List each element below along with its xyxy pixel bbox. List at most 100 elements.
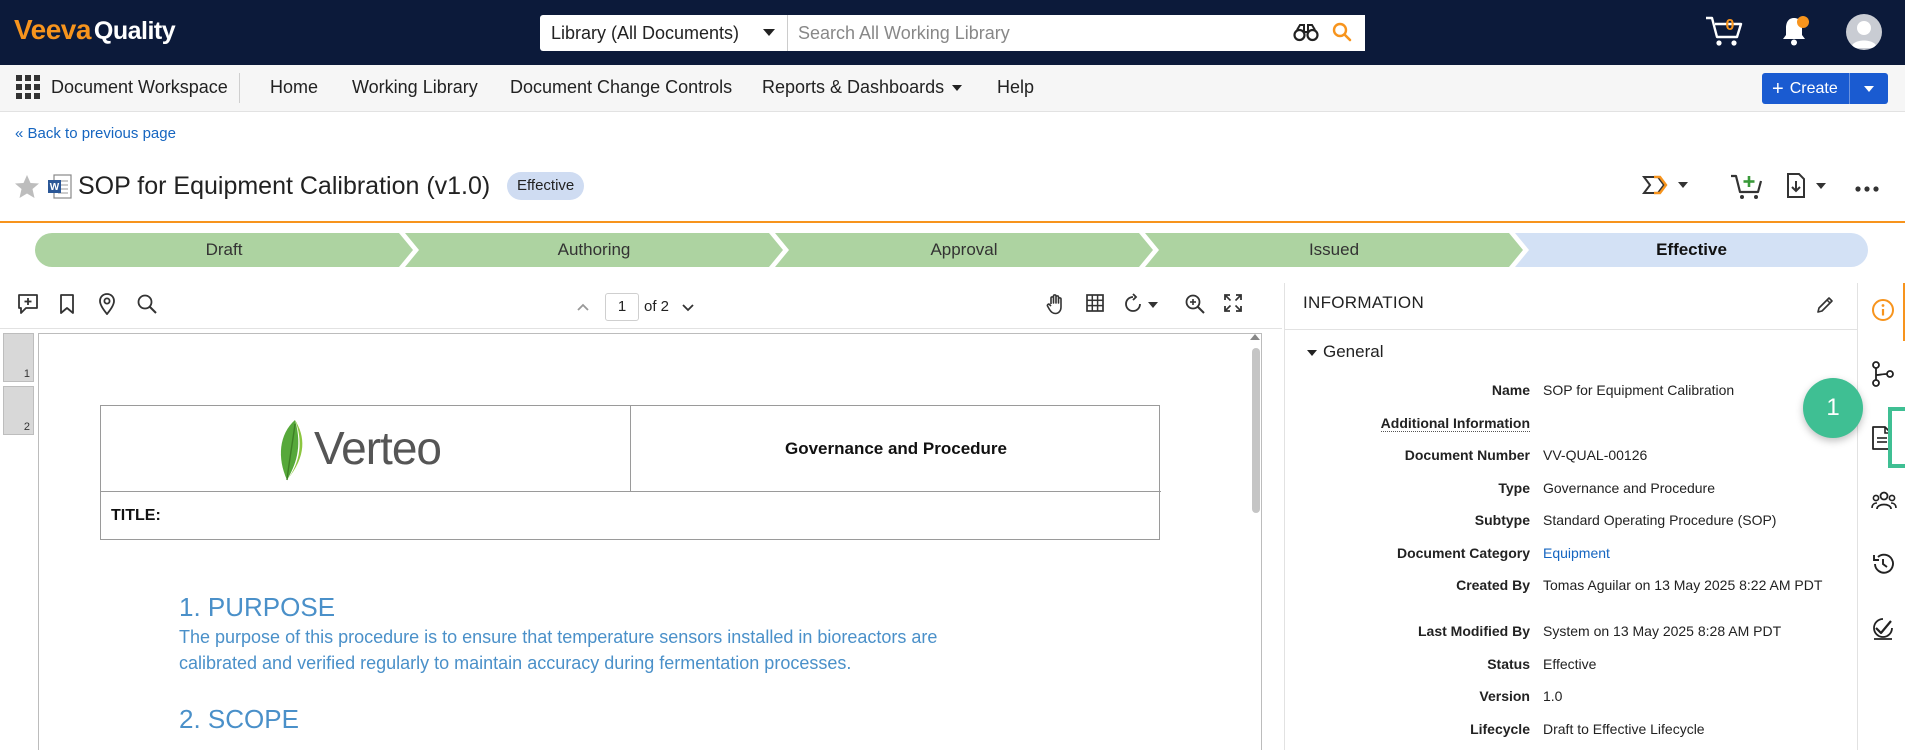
- search-scope-select[interactable]: Library (All Documents): [540, 15, 788, 51]
- grid-icon[interactable]: [1085, 293, 1105, 318]
- document-title: SOP for Equipment Calibration (v1.0): [78, 172, 491, 200]
- global-search: Library (All Documents): [540, 15, 1365, 51]
- field-label-last-modified-by: Last Modified By: [1417, 623, 1530, 639]
- svg-text:W: W: [50, 182, 60, 193]
- field-label-version: Version: [1479, 688, 1530, 704]
- field-label-additional-information[interactable]: Additional Information: [1380, 415, 1530, 432]
- field-value-document-number: VV-QUAL-00126: [1543, 447, 1648, 463]
- document-page: [38, 333, 1262, 750]
- binoculars-icon[interactable]: [1293, 24, 1319, 47]
- tasks-check-icon[interactable]: [1871, 616, 1895, 647]
- chevron-up-icon[interactable]: [576, 299, 590, 317]
- information-heading: INFORMATION: [1303, 293, 1425, 312]
- field-label-created-by: Created By: [1456, 577, 1530, 593]
- word-document-icon: W: [47, 174, 73, 205]
- step-number-callout: 1: [1803, 378, 1863, 438]
- scrollbar-thumb[interactable]: [1252, 348, 1260, 513]
- download-document-icon[interactable]: [1785, 172, 1827, 205]
- history-icon[interactable]: [1871, 552, 1895, 581]
- nav-reports-dashboards[interactable]: Reports & Dashboards: [762, 77, 963, 98]
- page-number-input[interactable]: 1: [605, 293, 639, 321]
- field-value-lifecycle: Draft to Effective Lifecycle: [1543, 721, 1705, 737]
- title-cell: TITLE:: [111, 506, 161, 524]
- page-thumbnails: 1 2: [0, 330, 38, 750]
- workflow-actions-icon[interactable]: [1642, 172, 1688, 203]
- field-label-type: Type: [1498, 480, 1530, 496]
- field-value-status: Effective: [1543, 656, 1597, 672]
- title-divider: [0, 221, 1905, 223]
- governance-cell: Governance and Procedure: [631, 406, 1161, 492]
- cart-count-badge: 0: [1725, 17, 1735, 34]
- rotate-icon[interactable]: [1124, 293, 1160, 320]
- hand-pan-icon[interactable]: [1046, 293, 1066, 320]
- caret-down-icon: [1307, 349, 1317, 356]
- stage-effective: Effective: [1515, 233, 1868, 267]
- company-logo-cell: Verteo: [101, 406, 631, 492]
- chevron-down-icon: [763, 29, 775, 36]
- stage-approval: Approval: [775, 233, 1153, 267]
- page-thumbnail[interactable]: 2: [3, 386, 34, 435]
- stage-authoring: Authoring: [405, 233, 783, 267]
- location-pin-icon[interactable]: [97, 293, 117, 320]
- plus-icon: +: [1772, 77, 1784, 100]
- add-annotation-icon[interactable]: [17, 293, 39, 320]
- add-to-cart-icon[interactable]: [1730, 172, 1764, 205]
- viewer-toolbar: 1 of 2: [0, 283, 1282, 329]
- back-to-previous-link[interactable]: « Back to previous page: [15, 125, 176, 142]
- right-gutter: [1905, 0, 1930, 750]
- veeva-quality-logo[interactable]: Veeva Quality: [14, 14, 176, 46]
- relationships-icon[interactable]: [1871, 361, 1895, 392]
- zoom-in-icon[interactable]: [1184, 293, 1206, 320]
- create-dropdown-button[interactable]: [1850, 85, 1888, 92]
- nav-bar: Document Workspace Home Working Library …: [0, 65, 1905, 112]
- general-section-toggle[interactable]: General: [1307, 342, 1383, 362]
- more-actions-icon[interactable]: [1855, 180, 1879, 198]
- chevron-down-icon[interactable]: [681, 300, 695, 318]
- field-label-document-number: Document Number: [1404, 447, 1530, 463]
- nav-reports-label: Reports & Dashboards: [762, 77, 945, 97]
- field-value-last-modified-by: System on 13 May 2025 8:28 AM PDT: [1543, 623, 1782, 639]
- page-total: of 2: [644, 298, 670, 315]
- nav-help[interactable]: Help: [997, 77, 1034, 98]
- edit-pencil-icon[interactable]: [1815, 295, 1835, 320]
- nav-home[interactable]: Home: [270, 77, 318, 98]
- field-value-name: SOP for Equipment Calibration: [1543, 382, 1735, 398]
- lifecycle-stages: Draft Authoring Approval Issued Effectiv…: [35, 233, 1868, 267]
- sharing-people-icon[interactable]: [1871, 490, 1897, 517]
- general-section-label: General: [1323, 342, 1384, 361]
- nav-divider: [239, 73, 240, 103]
- fullscreen-icon[interactable]: [1223, 293, 1243, 318]
- info-icon[interactable]: [1871, 298, 1895, 327]
- section-text: calibrated and verified regularly to mai…: [179, 653, 852, 673]
- page: VeevaQuality Library (All Documents) 0: [0, 0, 1930, 750]
- create-button[interactable]: + Create: [1762, 73, 1850, 104]
- panel-divider: [1285, 329, 1857, 330]
- nav-working-library[interactable]: Working Library: [352, 77, 478, 98]
- page-thumbnail[interactable]: 1: [3, 333, 34, 382]
- field-label-name: Name: [1491, 382, 1530, 398]
- search-icon[interactable]: [1331, 21, 1353, 48]
- favorite-star-icon[interactable]: [14, 174, 40, 204]
- verteo-leaf-logo: [273, 418, 313, 487]
- workspace-name[interactable]: Document Workspace: [51, 77, 228, 98]
- information-panel: INFORMATION General Name SOP for Equipme…: [1284, 283, 1857, 750]
- stage-draft: Draft: [35, 233, 413, 267]
- search-input[interactable]: [788, 15, 1365, 51]
- create-button-group: + Create: [1762, 73, 1888, 104]
- field-value-created-by: Tomas Aguilar on 13 May 2025 8:22 AM PDT: [1543, 577, 1823, 593]
- nav-document-change-controls[interactable]: Document Change Controls: [510, 77, 732, 98]
- user-avatar[interactable]: [1846, 14, 1882, 50]
- field-value-document-category-link[interactable]: Equipment: [1543, 544, 1833, 562]
- section-heading: 1. PURPOSE: [179, 592, 336, 622]
- field-value-version: 1.0: [1543, 688, 1563, 704]
- scroll-up-arrow[interactable]: [1250, 334, 1260, 340]
- stage-issued: Issued: [1145, 233, 1523, 267]
- company-name: Verteo: [314, 422, 442, 474]
- field-value-subtype: Standard Operating Procedure (SOP): [1543, 512, 1777, 528]
- search-scope-value: Library (All Documents): [551, 22, 740, 43]
- app-grid-icon[interactable]: [15, 74, 41, 105]
- chevron-down-icon: [952, 85, 963, 92]
- bookmark-icon[interactable]: [58, 293, 76, 320]
- search-icon[interactable]: [136, 293, 158, 320]
- field-label-status: Status: [1487, 656, 1530, 672]
